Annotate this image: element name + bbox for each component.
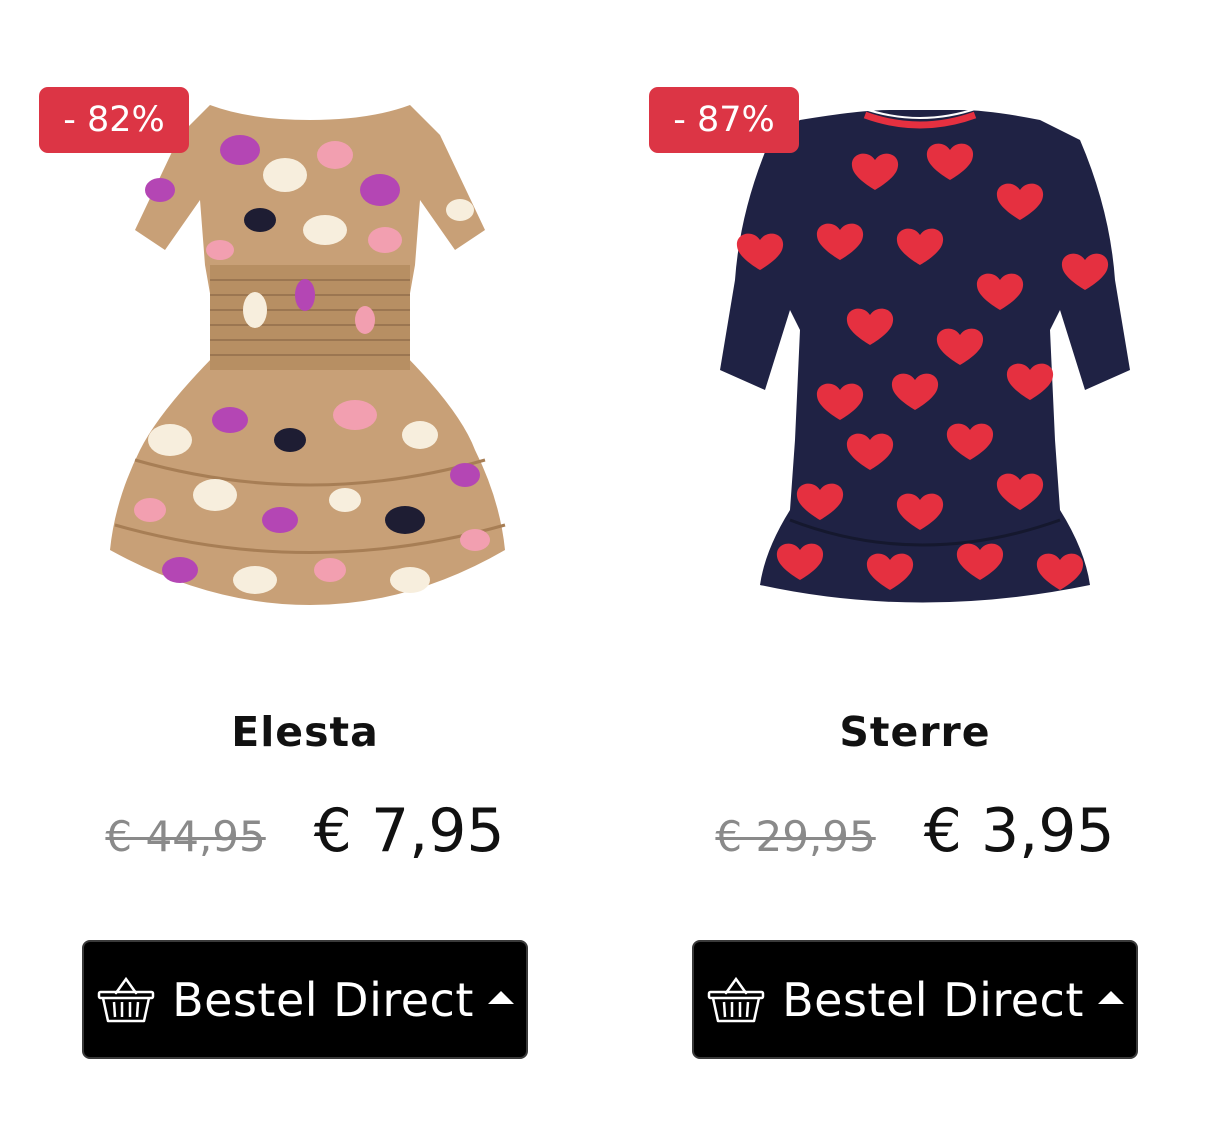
product-card: - 82% Elesta € 44,95 € 7,95 Bestel Direc… [0,0,610,1144]
product-name[interactable]: Sterre [610,708,1220,756]
product-image-dress[interactable] [690,80,1150,620]
discount-badge: - 87% [649,87,799,153]
product-image-dress[interactable] [80,80,540,620]
basket-icon [707,976,765,1022]
order-now-button[interactable]: Bestel Direct [82,940,528,1059]
order-now-button[interactable]: Bestel Direct [692,940,1138,1059]
discount-badge: - 82% [39,87,189,153]
caret-up-icon [1097,991,1124,1004]
price-row: € 29,95 € 3,95 [610,796,1220,866]
product-name[interactable]: Elesta [0,708,610,756]
order-now-label: Bestel Direct [172,972,474,1027]
caret-up-icon [487,991,514,1004]
product-card: - 87% Sterre € 29,95 € 3,95 Bestel Direc… [610,0,1220,1144]
order-now-label: Bestel Direct [782,972,1084,1027]
basket-icon [97,976,155,1022]
old-price: € 29,95 [715,812,876,861]
old-price: € 44,95 [105,812,266,861]
sale-price: € 7,95 [313,796,505,866]
sale-price: € 3,95 [923,796,1115,866]
price-row: € 44,95 € 7,95 [0,796,610,866]
